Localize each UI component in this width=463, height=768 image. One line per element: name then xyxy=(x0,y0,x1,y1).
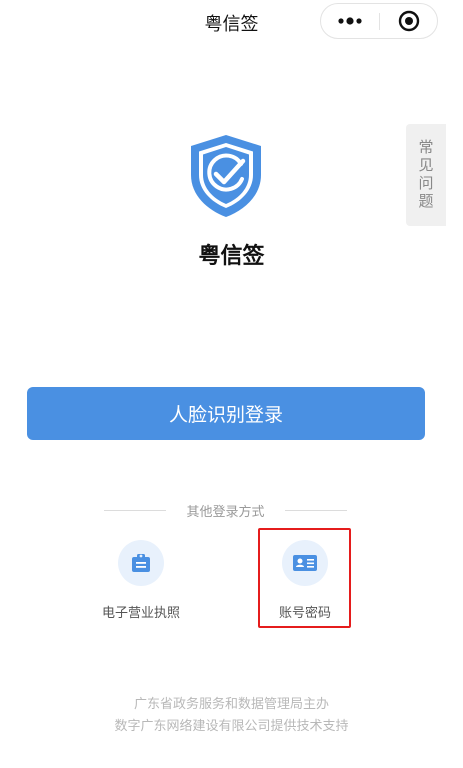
shield-check-icon xyxy=(191,135,261,217)
license-login-option[interactable]: 电子营业执照 xyxy=(86,540,196,621)
divider-line-left xyxy=(104,509,166,511)
highlight-box xyxy=(258,528,351,628)
faq-label: 常见问题 xyxy=(416,139,435,211)
other-login-title: 其他登录方式 xyxy=(186,504,265,520)
navigation-bar: 粤信签 xyxy=(0,0,463,44)
mini-program-capsule xyxy=(320,3,438,39)
footer-support: 数字广东网络建设有限公司提供技术支持 xyxy=(114,719,349,734)
footer-sponsor: 广东省政务服务和数据管理局主办 xyxy=(133,697,329,712)
divider-line-right xyxy=(284,509,347,511)
other-login-divider: 其他登录方式 xyxy=(104,499,347,521)
target-close-icon[interactable] xyxy=(380,4,438,38)
face-login-button[interactable]: 人脸识别登录 xyxy=(27,387,425,440)
more-dots-icon[interactable] xyxy=(321,4,379,38)
footer: 广东省政务服务和数据管理局主办 数字广东网络建设有限公司提供技术支持 xyxy=(0,694,463,738)
app-name: 粤信签 xyxy=(198,244,265,269)
faq-tab[interactable]: 常见问题 xyxy=(406,124,446,226)
license-card-icon xyxy=(118,540,164,586)
license-login-label: 电子营业执照 xyxy=(101,606,180,621)
